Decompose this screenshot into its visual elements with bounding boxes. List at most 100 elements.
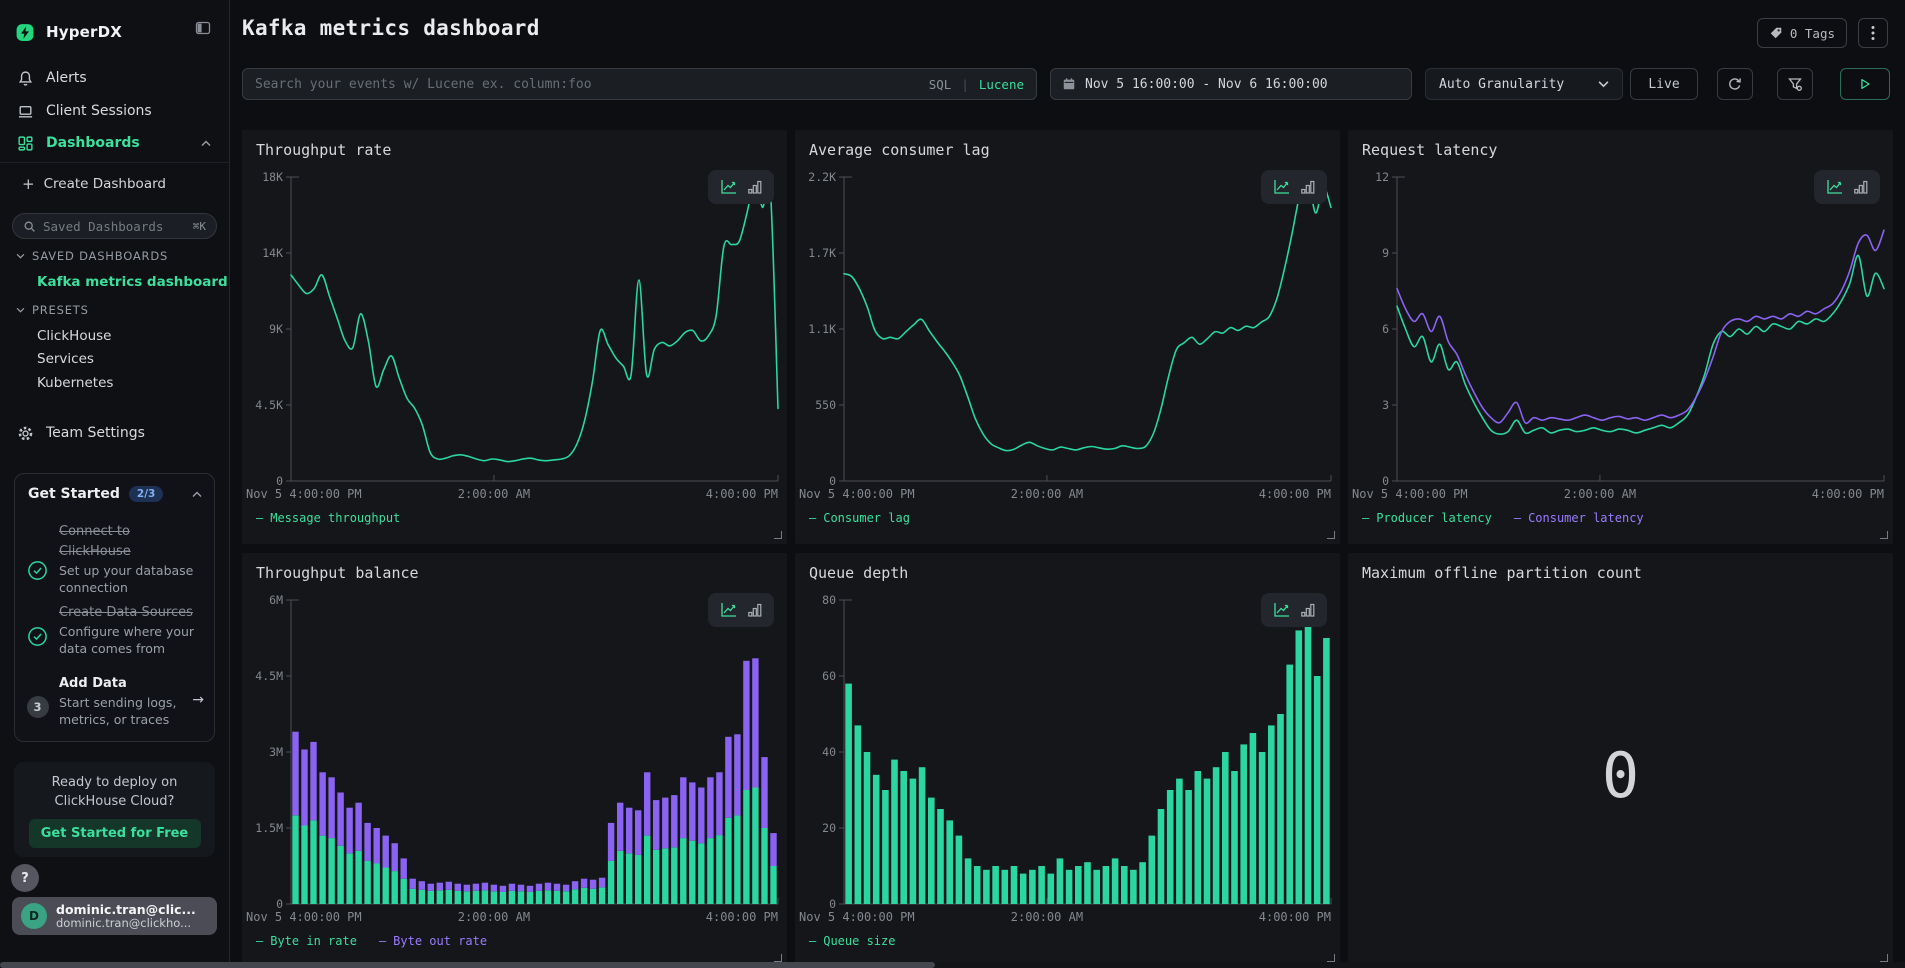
collapse-sidebar-icon[interactable] bbox=[195, 20, 211, 36]
chevron-down-icon bbox=[16, 253, 25, 259]
y-tick-label: 0 bbox=[276, 897, 283, 911]
tags-button[interactable]: 0 Tags bbox=[1757, 18, 1847, 48]
dashboard-grid-icon bbox=[16, 134, 34, 152]
line-chart-icon[interactable] bbox=[720, 602, 738, 618]
user-email: dominic.tran@clickho... bbox=[56, 917, 196, 930]
step-subtitle: Set up your database connection bbox=[59, 562, 197, 596]
sidebar-item-team-settings[interactable]: Team Settings bbox=[0, 421, 229, 445]
laptop-icon bbox=[16, 102, 34, 120]
section-presets[interactable]: PRESETS bbox=[16, 303, 89, 317]
line-chart-icon[interactable] bbox=[720, 179, 738, 195]
chart-canvas: 05501.1K1.7K2.2K bbox=[795, 130, 1340, 544]
resize-handle-icon[interactable] bbox=[1880, 531, 1888, 539]
line-chart-icon[interactable] bbox=[1826, 179, 1844, 195]
resize-handle-icon[interactable] bbox=[774, 954, 782, 962]
chart-legend: —Message throughput bbox=[256, 511, 400, 525]
y-tick-label: 3 bbox=[1382, 398, 1389, 412]
sidebar-item-client-sessions[interactable]: Client Sessions bbox=[0, 99, 229, 123]
live-button[interactable]: Live bbox=[1630, 68, 1698, 100]
y-tick-label: 1.1K bbox=[808, 322, 836, 336]
dashboard-grid: Throughput rate04.5K9K14K18KNov 5 4:00:0… bbox=[242, 130, 1893, 967]
legend-label: Producer latency bbox=[1376, 511, 1492, 525]
line-chart-icon[interactable] bbox=[1273, 179, 1291, 195]
chart-canvas: 01.5M3M4.5M6M bbox=[242, 553, 787, 967]
y-tick-label: 9 bbox=[1382, 246, 1389, 260]
legend-item[interactable]: —Queue size bbox=[809, 934, 895, 948]
sidebar-item-services[interactable]: Services bbox=[37, 351, 94, 367]
get-started-free-button[interactable]: Get Started for Free bbox=[29, 819, 201, 848]
chart-legend: —Queue size bbox=[809, 934, 895, 948]
sidebar-item-alerts[interactable]: Alerts bbox=[0, 66, 229, 90]
bar-chart-icon[interactable] bbox=[748, 602, 762, 618]
help-button[interactable]: ? bbox=[11, 864, 39, 892]
bar-chart-icon[interactable] bbox=[1301, 602, 1315, 618]
chart-type-toggle[interactable] bbox=[1261, 170, 1327, 204]
filter-button[interactable] bbox=[1777, 68, 1813, 100]
date-range-picker[interactable]: Nov 5 16:00:00 - Nov 6 16:00:00 bbox=[1050, 68, 1412, 100]
run-query-button[interactable] bbox=[1840, 68, 1890, 100]
get-started-step-add-data[interactable]: 3 Add Data Start sending logs, metrics, … bbox=[27, 672, 204, 728]
bar-chart-icon[interactable] bbox=[1301, 179, 1315, 195]
section-saved-dashboards[interactable]: SAVED DASHBOARDS bbox=[16, 249, 168, 263]
y-tick-label: 40 bbox=[822, 745, 836, 759]
y-tick-label: 0 bbox=[829, 897, 836, 911]
get-started-header[interactable]: Get Started 2/3 bbox=[28, 486, 202, 502]
sidebar-item-kubernetes[interactable]: Kubernetes bbox=[37, 375, 113, 391]
create-dashboard-button[interactable]: + Create Dashboard bbox=[0, 172, 229, 196]
legend-item[interactable]: —Producer latency bbox=[1362, 511, 1492, 525]
chevron-down-icon bbox=[1598, 80, 1609, 88]
step-title: Create Data Sources bbox=[59, 605, 193, 620]
legend-item[interactable]: —Message throughput bbox=[256, 511, 400, 525]
gear-icon bbox=[16, 424, 34, 442]
y-tick-label: 0 bbox=[276, 474, 283, 488]
chart-type-toggle[interactable] bbox=[708, 170, 774, 204]
chart-type-toggle[interactable] bbox=[708, 593, 774, 627]
get-started-step-sources[interactable]: Create Data Sources Configure where your… bbox=[27, 601, 204, 657]
chart-canvas: 04.5K9K14K18K bbox=[242, 130, 787, 544]
bar-chart-icon[interactable] bbox=[748, 179, 762, 195]
event-search-box[interactable]: SQL | Lucene bbox=[242, 68, 1037, 100]
chart-canvas: 020406080 bbox=[795, 553, 1340, 967]
x-tick-label: 4:00:00 PM bbox=[1812, 487, 1884, 501]
resize-handle-icon[interactable] bbox=[774, 531, 782, 539]
legend-item[interactable]: —Consumer latency bbox=[1514, 511, 1644, 525]
user-menu[interactable]: D dominic.tran@clic... dominic.tran@clic… bbox=[12, 897, 217, 935]
sidebar-item-dashboards[interactable]: Dashboards bbox=[0, 131, 229, 155]
sidebar-item-clickhouse[interactable]: ClickHouse bbox=[37, 328, 111, 344]
shortcut-badge: ⌘K bbox=[193, 220, 206, 233]
x-tick-label: Nov 5 4:00:00 PM bbox=[246, 910, 362, 924]
kebab-icon bbox=[1871, 25, 1875, 41]
resize-handle-icon[interactable] bbox=[1880, 954, 1888, 962]
line-chart-icon[interactable] bbox=[1273, 602, 1291, 618]
lucene-mode-toggle[interactable]: Lucene bbox=[979, 77, 1024, 92]
legend-item[interactable]: —Byte out rate bbox=[379, 934, 487, 948]
sidebar-item-label: Alerts bbox=[46, 70, 87, 86]
page-title: Kafka metrics dashboard bbox=[242, 16, 1893, 40]
get-started-title: Get Started bbox=[28, 486, 120, 502]
legend-item[interactable]: —Byte in rate bbox=[256, 934, 357, 948]
x-tick-label: Nov 5 4:00:00 PM bbox=[1352, 487, 1468, 501]
step-title: Connect to ClickHouse bbox=[59, 524, 131, 559]
panel-queue-depth: Queue depth020406080Nov 5 4:00:00 PM2:00… bbox=[795, 553, 1340, 967]
get-started-step-connect[interactable]: Connect to ClickHouse Set up your databa… bbox=[27, 520, 204, 596]
sidebar-item-kafka-dashboard[interactable]: Kafka metrics dashboard bbox=[37, 274, 228, 290]
granularity-select[interactable]: Auto Granularity bbox=[1425, 68, 1623, 100]
legend-item[interactable]: —Consumer lag bbox=[809, 511, 910, 525]
x-tick-label: 2:00:00 AM bbox=[1011, 910, 1083, 924]
more-menu-button[interactable] bbox=[1858, 18, 1888, 48]
search-input[interactable] bbox=[255, 77, 919, 92]
refresh-button[interactable] bbox=[1717, 68, 1753, 100]
chart-type-toggle[interactable] bbox=[1261, 593, 1327, 627]
resize-handle-icon[interactable] bbox=[1327, 954, 1335, 962]
y-tick-label: 3M bbox=[269, 745, 283, 759]
panel-throughput-rate: Throughput rate04.5K9K14K18KNov 5 4:00:0… bbox=[242, 130, 787, 544]
resize-handle-icon[interactable] bbox=[1327, 531, 1335, 539]
sql-mode-toggle[interactable]: SQL bbox=[929, 77, 952, 92]
chart-type-toggle[interactable] bbox=[1814, 170, 1880, 204]
bar-chart-icon[interactable] bbox=[1854, 179, 1868, 195]
search-icon bbox=[23, 220, 36, 233]
main-content: Kafka metrics dashboard 0 Tags SQL | Luc… bbox=[230, 0, 1905, 968]
scrollbar-thumb[interactable] bbox=[0, 962, 935, 968]
step-title: Add Data bbox=[59, 676, 127, 691]
saved-dashboards-search[interactable]: Saved Dashboards ⌘K bbox=[12, 213, 217, 239]
